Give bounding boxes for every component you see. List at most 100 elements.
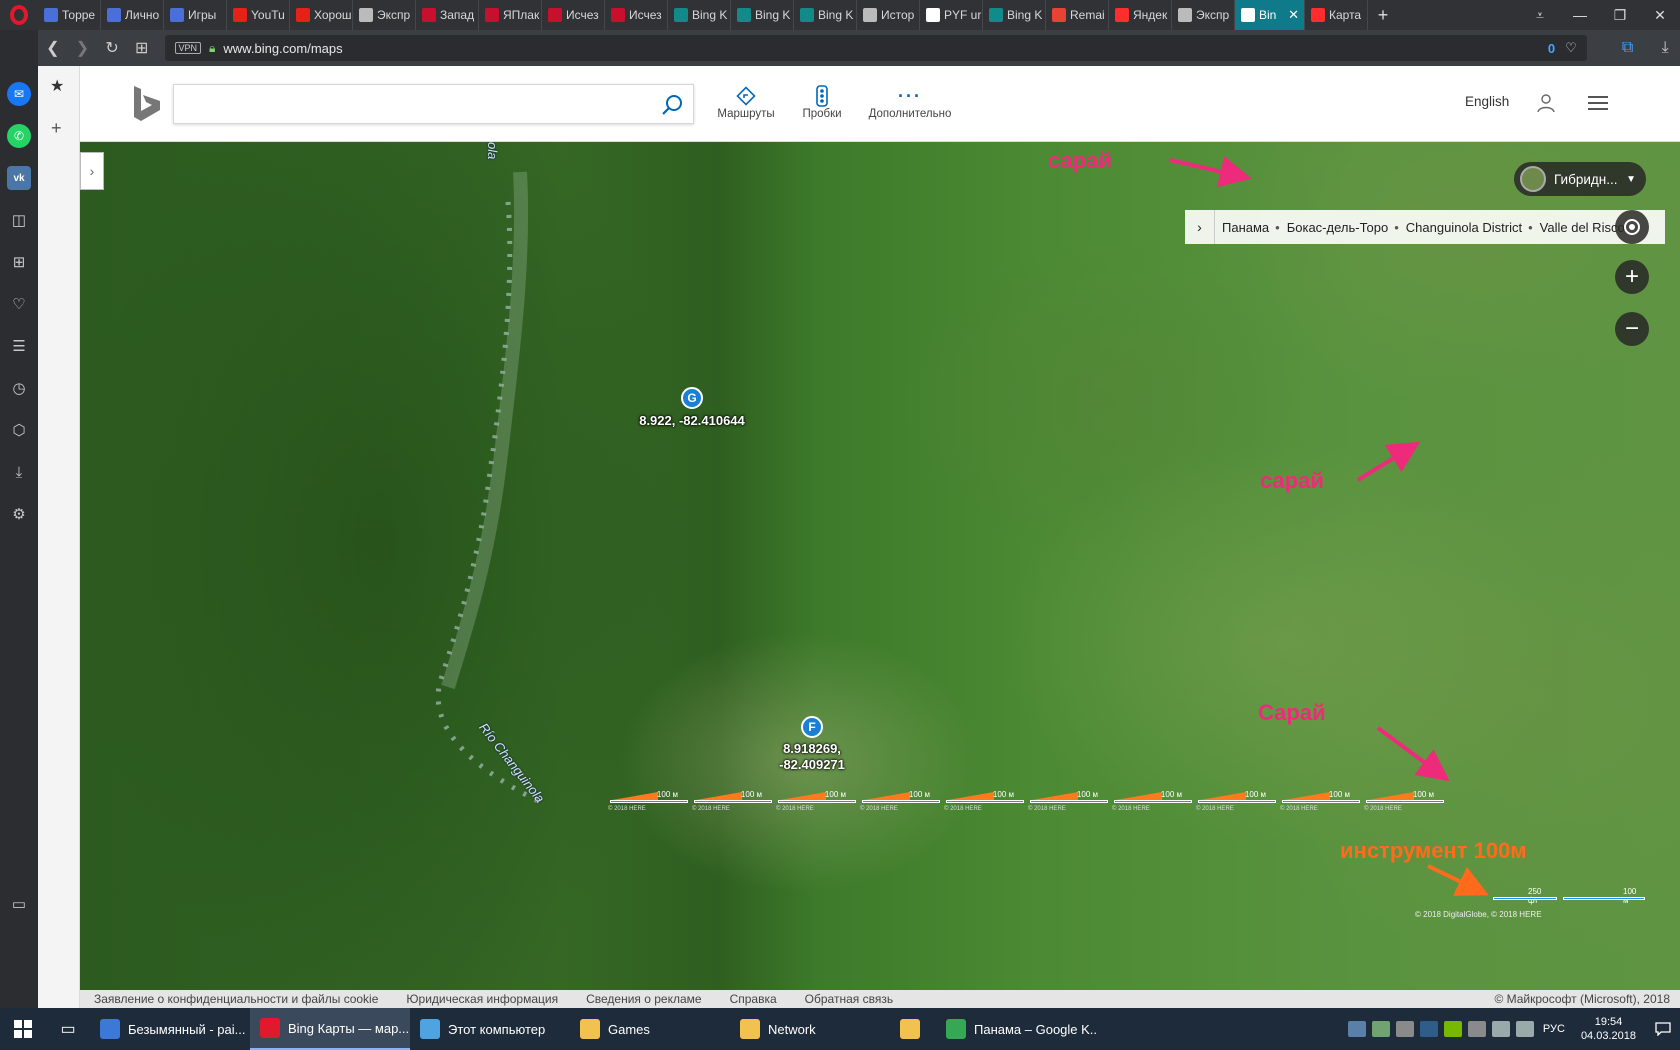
messenger-icon[interactable]: ✉ <box>7 82 31 106</box>
browser-tab[interactable]: YouTu <box>227 0 290 30</box>
browser-tab[interactable]: Исчез <box>542 0 605 30</box>
add-icon[interactable]: + <box>51 118 62 139</box>
start-button[interactable] <box>0 1008 46 1050</box>
taskbar-item[interactable]: Bing Карты — мар... <box>250 1008 410 1050</box>
taskbar-item[interactable]: Games <box>570 1008 730 1050</box>
bookmark-heart-icon[interactable]: ♡ <box>1565 40 1577 56</box>
tab-list: Торре Лично Игры YouTu Хорош Экспр Запад ЯПлак И… <box>38 0 1368 30</box>
browser-tab[interactable]: Игры <box>164 0 227 30</box>
browser-tab[interactable]: Bing K <box>668 0 731 30</box>
browser-tab[interactable]: Запад <box>416 0 479 30</box>
browser-tab[interactable]: PYF ur <box>920 0 983 30</box>
forward-button[interactable]: ❯ <box>68 30 98 66</box>
back-button[interactable]: ❮ <box>38 30 68 66</box>
clock[interactable]: 19:54 04.03.2018 <box>1581 1015 1636 1043</box>
snapshot-icon[interactable]: ◫ <box>7 208 31 232</box>
browser-tab[interactable]: Карта <box>1305 0 1368 30</box>
breadcrumb-item-locality[interactable]: Valle del Risco <box>1533 220 1625 235</box>
language-link[interactable]: English <box>1465 94 1509 109</box>
close-tab-icon[interactable]: ✕ <box>1288 7 1299 23</box>
downloads-icon[interactable]: ⤓ <box>1650 30 1680 66</box>
browser-tab[interactable]: Bin ✕ <box>1235 0 1305 30</box>
tray-icon[interactable] <box>1347 1021 1366 1037</box>
news-icon[interactable]: ☰ <box>7 334 31 358</box>
extensions-icon[interactable]: ⬡ <box>7 418 31 442</box>
whatsapp-icon[interactable]: ✆ <box>7 124 31 148</box>
task-view-button[interactable]: ▭ <box>46 1008 90 1050</box>
browser-tab[interactable]: Хорош <box>290 0 353 30</box>
browser-tab[interactable]: Торре <box>38 0 101 30</box>
speed-dial-icon[interactable]: ⊞ <box>7 250 31 274</box>
taskbar-item[interactable] <box>890 1008 936 1050</box>
bookmarks-icon[interactable]: ♡ <box>7 292 31 316</box>
speed-dial-button[interactable]: ⊞ <box>127 30 157 66</box>
history-icon[interactable]: ◷ <box>7 376 31 400</box>
breadcrumb-item-district[interactable]: Changuinola District <box>1399 220 1522 235</box>
footer-link-help[interactable]: Справка <box>730 992 777 1006</box>
browser-tab[interactable]: Яндек <box>1109 0 1172 30</box>
vk-icon[interactable]: vk <box>7 166 31 190</box>
footer-link-feedback[interactable]: Обратная связь <box>805 992 893 1006</box>
footer-link-legal[interactable]: Юридическая информация <box>406 992 558 1006</box>
tray-icon[interactable] <box>1371 1021 1390 1037</box>
browser-tab[interactable]: Истор <box>857 0 920 30</box>
opera-menu-button[interactable] <box>0 0 38 30</box>
breadcrumb-item-country[interactable]: Панама <box>1215 220 1269 235</box>
taskbar-item[interactable]: Network <box>730 1008 890 1050</box>
tray-icon[interactable] <box>1443 1021 1462 1037</box>
footer-link-ads[interactable]: Сведения о рекламе <box>586 992 702 1006</box>
browser-tab[interactable]: Лично <box>101 0 164 30</box>
browser-tab[interactable]: ЯПлак <box>479 0 542 30</box>
reload-button[interactable]: ↻ <box>97 30 127 66</box>
minimize-button[interactable]: — <box>1560 0 1600 30</box>
lock-icon[interactable]: 🔒︎ <box>209 41 215 56</box>
tray-icon[interactable] <box>1395 1021 1414 1037</box>
downloads-sidebar-icon[interactable]: ⤓ <box>7 460 31 484</box>
taskbar-item[interactable]: Этот компьютер <box>410 1008 570 1050</box>
breadcrumb-item-province[interactable]: Бокас-дель-Торо <box>1280 220 1388 235</box>
hamburger-menu-icon[interactable] <box>1588 96 1608 110</box>
network-icon[interactable] <box>1491 1021 1510 1037</box>
new-tab-button[interactable]: + <box>1368 5 1398 26</box>
scale-tool-marker <box>1368 792 1414 800</box>
tab-menu-icon[interactable]: ⩡ <box>1520 0 1560 30</box>
account-icon[interactable] <box>1535 92 1557 114</box>
map-canvas[interactable]: › ola Río Changuinola G 8.922, -82.41064… <box>80 142 1680 990</box>
vpn-badge[interactable]: VPN <box>174 42 202 54</box>
restore-button[interactable]: ❐ <box>1600 0 1640 30</box>
url-field[interactable]: VPN 🔒︎ www.bing.com/maps 0 ♡ <box>164 35 1587 61</box>
browser-tab[interactable]: Исчез <box>605 0 668 30</box>
browser-tab[interactable]: Bing K <box>983 0 1046 30</box>
directions-button[interactable]: Маршруты <box>710 84 782 120</box>
taskbar-item[interactable]: Панама – Google K... <box>936 1008 1096 1050</box>
tray-icon[interactable] <box>1419 1021 1438 1037</box>
breadcrumb-toggle-icon[interactable]: › <box>1185 210 1215 244</box>
input-language[interactable]: РУС <box>1543 1023 1565 1035</box>
adblock-count[interactable]: 0 <box>1548 41 1555 56</box>
browser-tab[interactable]: Экспр <box>353 0 416 30</box>
translate-icon[interactable]: ⧉ <box>1613 30 1643 66</box>
tray-icon[interactable] <box>1467 1021 1486 1037</box>
search-icon[interactable] <box>661 94 683 116</box>
locate-me-button[interactable] <box>1615 210 1649 244</box>
star-icon[interactable]: ★ <box>50 76 64 96</box>
zoom-out-button[interactable]: − <box>1615 312 1649 346</box>
browser-tab[interactable]: Bing K <box>794 0 857 30</box>
url-text[interactable]: www.bing.com/maps <box>223 41 342 56</box>
toggle-sidebar-icon[interactable]: ▭ <box>7 892 31 916</box>
browser-tab[interactable]: Remai <box>1046 0 1109 30</box>
more-button[interactable]: ··· Дополнительно <box>862 84 958 121</box>
footer-link-privacy[interactable]: Заявление о конфиденциальности и файлы c… <box>94 992 378 1006</box>
volume-icon[interactable] <box>1515 1021 1534 1037</box>
notifications-icon[interactable] <box>1646 1008 1680 1050</box>
zoom-in-button[interactable]: + <box>1615 260 1649 294</box>
traffic-button[interactable]: Пробки <box>792 84 852 120</box>
close-window-button[interactable]: ✕ <box>1640 0 1680 30</box>
bing-logo-icon[interactable] <box>132 86 162 122</box>
browser-tab[interactable]: Экспр <box>1172 0 1235 30</box>
taskbar-item[interactable]: Безымянный - pai... <box>90 1008 250 1050</box>
settings-icon[interactable]: ⚙ <box>7 502 31 526</box>
search-input[interactable] <box>174 85 654 123</box>
map-style-button[interactable]: Гибридн... ▼ <box>1514 162 1646 196</box>
browser-tab[interactable]: Bing K <box>731 0 794 30</box>
